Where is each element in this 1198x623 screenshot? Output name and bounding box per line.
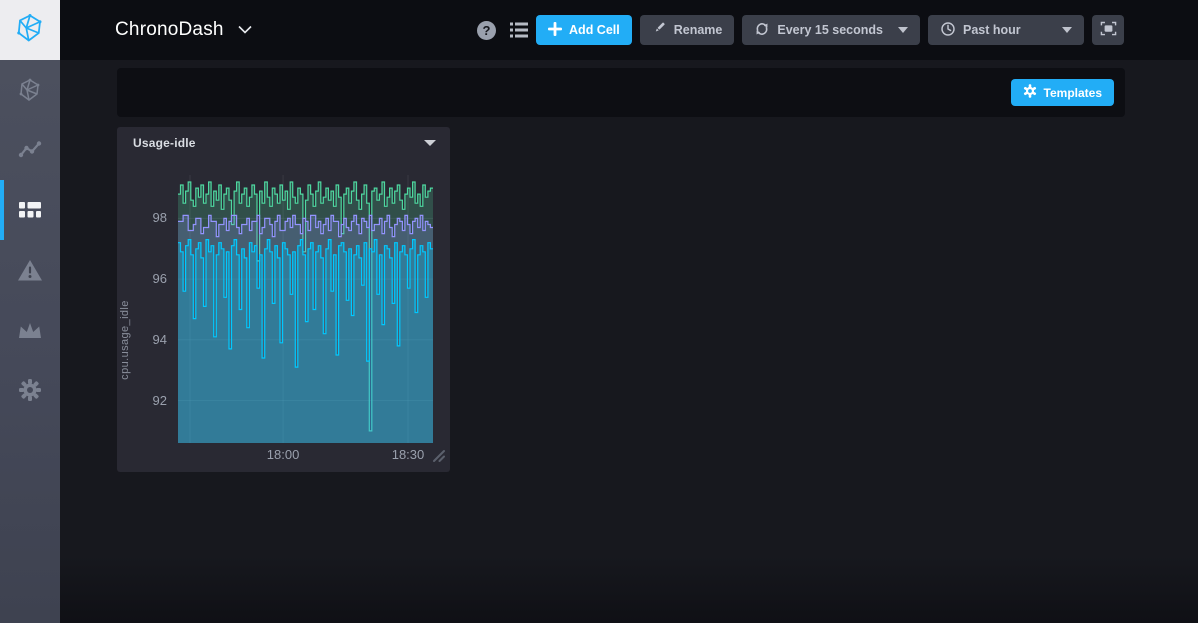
cell-chart-svg <box>178 175 433 443</box>
presentation-mode-button[interactable] <box>1092 15 1124 45</box>
y-tick-label: 98 <box>117 209 167 227</box>
question-mark-icon: ? <box>483 23 491 38</box>
caret-down-icon <box>898 27 908 33</box>
cell-menu-caret-icon[interactable] <box>424 140 436 146</box>
toolbar-actions: ? Add Cell <box>477 15 1198 45</box>
cell-chart-region[interactable]: cpu.usage_idle 98969492 18:0018:30 <box>117 159 450 472</box>
dashboards-icon <box>18 201 42 219</box>
add-cell-button[interactable]: Add Cell <box>536 15 632 45</box>
dashboard-title-dropdown[interactable]: ChronoDash <box>115 19 252 41</box>
fullscreen-icon <box>1100 21 1117 39</box>
dashboard-canvas: Templates Usage-idle cpu.usage_idle 9896… <box>60 60 1198 623</box>
x-tick-label: 18:00 <box>258 447 308 462</box>
dashboard-title: ChronoDash <box>115 19 224 41</box>
templates-label: Templates <box>1044 86 1102 100</box>
rename-button[interactable]: Rename <box>640 15 735 45</box>
top-navbar: ChronoDash ? Add Cell <box>0 0 1198 60</box>
autorefresh-dropdown[interactable]: Every 15 seconds <box>742 15 920 45</box>
resize-grip-icon <box>431 448 445 462</box>
refresh-icon <box>754 21 770 40</box>
y-tick-label: 96 <box>117 270 167 288</box>
y-ticks: 98 96 94 92 <box>117 175 167 443</box>
template-variables-bar: Templates <box>117 68 1125 117</box>
x-tick-label: 18:30 <box>383 447 433 462</box>
cell-resize-handle[interactable] <box>431 448 445 467</box>
caret-down-icon <box>1062 27 1072 33</box>
chronograf-logo-block[interactable] <box>0 0 60 60</box>
alert-triangle-icon <box>17 259 43 282</box>
chronograf-logo-icon <box>15 13 45 48</box>
dashboard-cell: Usage-idle cpu.usage_idle 98969492 18:00… <box>117 127 450 472</box>
chronograf-status-icon <box>18 78 42 102</box>
timerange-dropdown[interactable]: Past hour <box>928 15 1084 45</box>
help-button[interactable]: ? <box>477 21 496 40</box>
sidebar-item-configuration[interactable] <box>0 360 60 420</box>
timerange-label: Past hour <box>963 23 1021 37</box>
clock-icon <box>940 21 956 40</box>
chevron-down-icon <box>238 21 252 39</box>
pencil-icon <box>652 21 667 39</box>
autorefresh-label: Every 15 seconds <box>777 23 883 37</box>
sidebar-item-dashboards[interactable] <box>0 180 60 240</box>
add-cell-label: Add Cell <box>569 23 620 37</box>
plus-icon <box>548 22 562 39</box>
y-tick-label: 94 <box>117 331 167 349</box>
graph-options-button[interactable] <box>510 22 528 38</box>
sidebar-item-status[interactable] <box>0 60 60 120</box>
x-ticks: 18:00 18:30 <box>178 447 433 465</box>
rename-label: Rename <box>674 23 723 37</box>
sidebar-nav <box>0 60 60 623</box>
plot-area[interactable] <box>178 175 433 443</box>
cell-header[interactable]: Usage-idle <box>117 127 450 159</box>
list-icon <box>510 22 528 38</box>
data-explorer-icon <box>18 139 42 161</box>
crown-icon <box>17 321 43 339</box>
templates-button[interactable]: Templates <box>1011 79 1114 106</box>
y-tick-label: 92 <box>117 392 167 410</box>
sidebar-item-alerting[interactable] <box>0 240 60 300</box>
sidebar-item-data-explorer[interactable] <box>0 120 60 180</box>
sidebar-item-admin[interactable] <box>0 300 60 360</box>
gear-icon <box>1023 84 1037 101</box>
cell-title: Usage-idle <box>133 136 196 150</box>
gear-icon <box>18 378 42 402</box>
